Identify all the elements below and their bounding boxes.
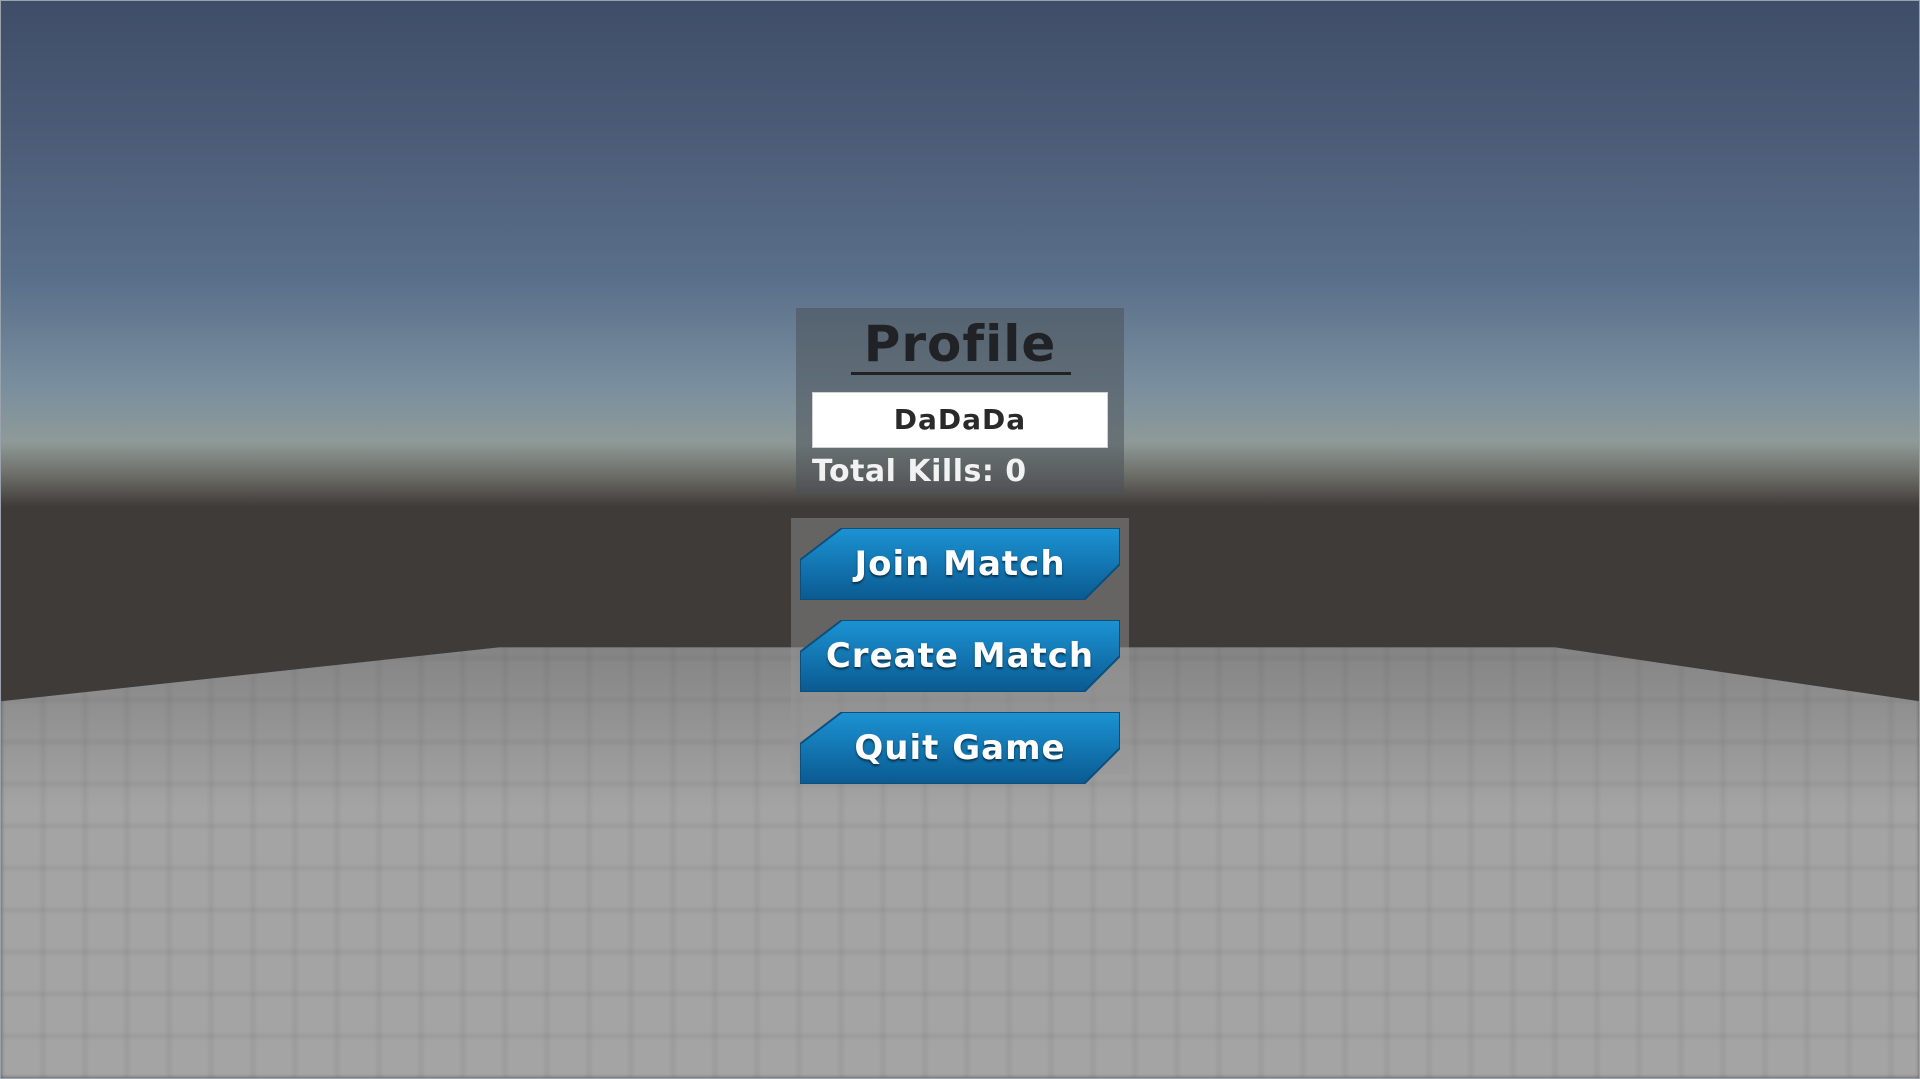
main-menu-panel: Join Match Create Match Quit Game [791,518,1129,784]
quit-game-label: Quit Game [854,728,1066,768]
join-match-button[interactable]: Join Match [800,528,1120,600]
profile-title: Profile [863,315,1057,373]
create-match-label: Create Match [825,636,1095,676]
total-kills-label: Total Kills: 0 [812,454,1027,489]
profile-panel: Profile DaDaDa Total Kills: 0 [796,308,1124,494]
username-field[interactable]: DaDaDa [812,392,1108,448]
join-match-label: Join Match [854,544,1066,584]
game-scene-background: Profile DaDaDa Total Kills: 0 Join Match [0,0,1920,1079]
create-match-button[interactable]: Create Match [800,620,1120,692]
profile-title-underline [851,372,1071,375]
quit-game-button[interactable]: Quit Game [800,712,1120,784]
